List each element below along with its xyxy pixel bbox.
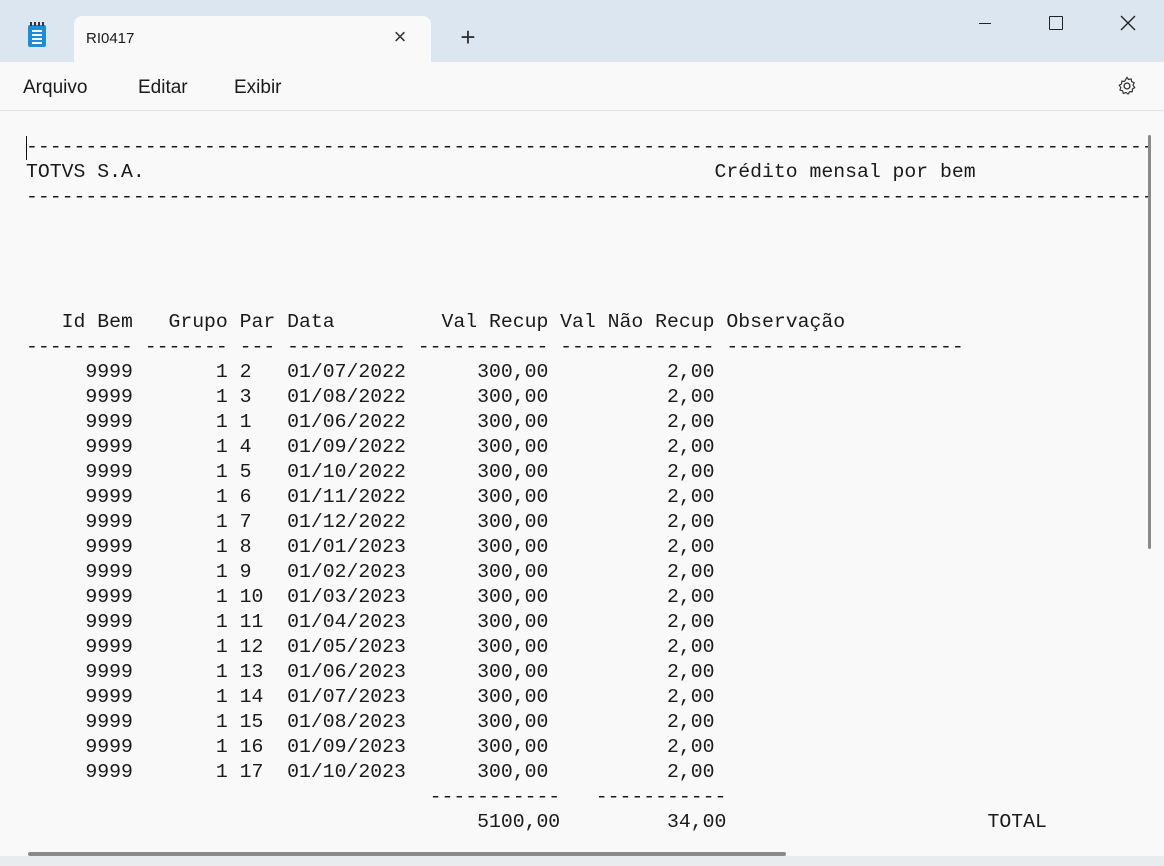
maximize-button[interactable] xyxy=(1033,8,1079,38)
document-line: TOTVS S.A. Crédito mensal por bem xyxy=(26,161,976,183)
minimize-icon xyxy=(979,23,991,24)
document-line: 9999 1 10 01/03/2023 300,00 2,00 xyxy=(26,586,715,608)
document-line: 9999 1 9 01/02/2023 300,00 2,00 xyxy=(26,561,715,583)
text-editor[interactable]: ----------------------------------------… xyxy=(0,111,1148,853)
document-line: 9999 1 4 01/09/2022 300,00 2,00 xyxy=(26,436,715,458)
notepad-icon xyxy=(28,22,46,47)
tab-title: RI0417 xyxy=(86,30,135,47)
document-text[interactable]: ----------------------------------------… xyxy=(26,135,1148,835)
document-line: 9999 1 11 01/04/2023 300,00 2,00 xyxy=(26,611,715,633)
document-line: ----------- ----------- xyxy=(26,786,727,808)
new-tab-button[interactable]: + xyxy=(455,24,481,51)
document-line: ----------------------------------------… xyxy=(26,186,1148,208)
maximize-icon xyxy=(1049,16,1063,30)
document-line: 9999 1 12 01/05/2023 300,00 2,00 xyxy=(26,636,715,658)
tab-close-icon[interactable]: × xyxy=(388,26,412,50)
document-tab[interactable]: RI0417 × xyxy=(74,16,431,62)
document-line: 9999 1 7 01/12/2022 300,00 2,00 xyxy=(26,511,715,533)
menu-view[interactable]: Exibir xyxy=(234,77,282,99)
document-line: 9999 1 6 01/11/2022 300,00 2,00 xyxy=(26,486,715,508)
menu-edit[interactable]: Editar xyxy=(138,77,188,99)
document-line: 9999 1 8 01/01/2023 300,00 2,00 xyxy=(26,536,715,558)
document-line: 5100,00 34,00 TOTAL xyxy=(26,811,1047,833)
title-bar[interactable]: RI0417 × + xyxy=(0,0,1164,62)
document-line: --------- ------- --- ---------- -------… xyxy=(26,336,964,358)
document-line: 9999 1 16 01/09/2023 300,00 2,00 xyxy=(26,736,715,758)
vertical-scrollbar[interactable] xyxy=(1148,135,1151,549)
document-line: 9999 1 14 01/07/2023 300,00 2,00 xyxy=(26,686,715,708)
document-line: 9999 1 15 01/08/2023 300,00 2,00 xyxy=(26,711,715,733)
text-caret xyxy=(26,136,27,160)
document-line: 9999 1 2 01/07/2022 300,00 2,00 xyxy=(26,361,715,383)
menu-file[interactable]: Arquivo xyxy=(23,77,87,99)
document-line: 9999 1 1 01/06/2022 300,00 2,00 xyxy=(26,411,715,433)
window-bottom-edge xyxy=(0,856,1164,866)
document-line: 9999 1 13 01/06/2023 300,00 2,00 xyxy=(26,661,715,683)
document-line: ----------------------------------------… xyxy=(26,136,1148,158)
minimize-button[interactable] xyxy=(962,8,1008,38)
document-line: 9999 1 5 01/10/2022 300,00 2,00 xyxy=(26,461,715,483)
close-window-button[interactable] xyxy=(1104,8,1150,38)
close-icon xyxy=(1120,15,1136,31)
menu-bar: Arquivo Editar Exibir xyxy=(0,62,1164,111)
document-line: Id Bem Grupo Par Data Val Recup Val Não … xyxy=(26,311,846,333)
gear-icon[interactable] xyxy=(1116,75,1138,97)
document-line: 9999 1 17 01/10/2023 300,00 2,00 xyxy=(26,761,715,783)
notepad-window: RI0417 × + Arquivo Editar Exibir -------… xyxy=(0,0,1164,866)
document-line: 9999 1 3 01/08/2022 300,00 2,00 xyxy=(26,386,715,408)
